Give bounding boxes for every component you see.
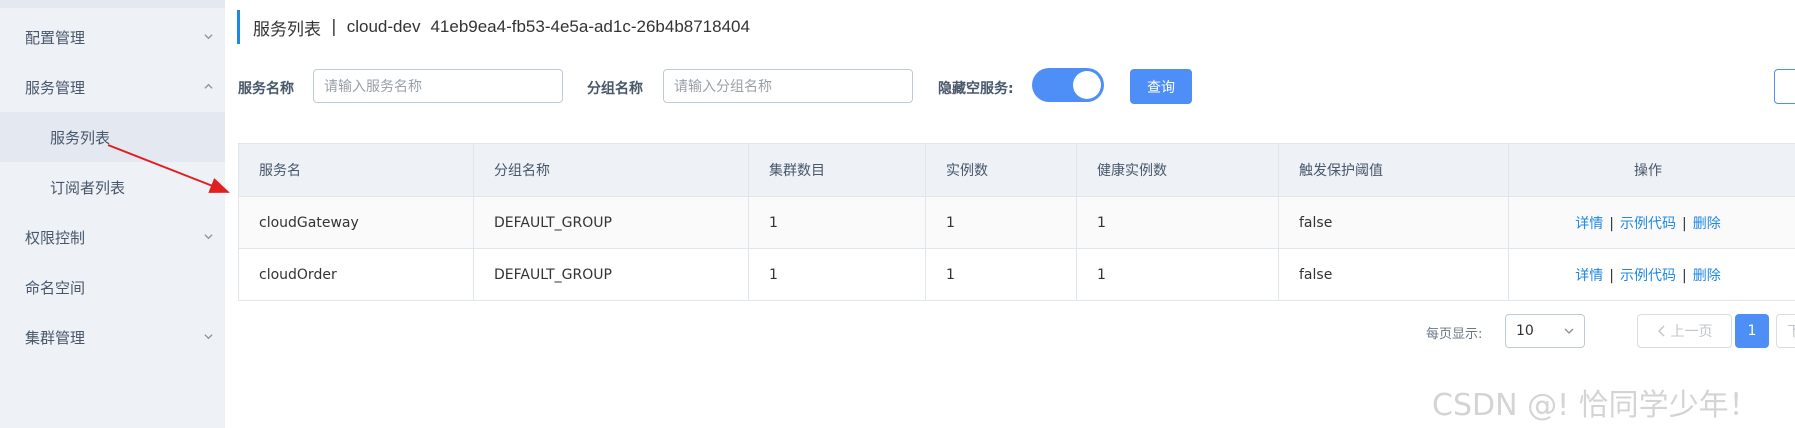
- prev-page-button[interactable]: 上一页: [1637, 314, 1732, 348]
- cell-service: cloudGateway: [238, 196, 474, 249]
- cell-clusters: 1: [748, 248, 926, 301]
- table-row: cloudGateway DEFAULT_GROUP 1 1 1 false 详…: [238, 196, 1795, 249]
- next-page-label: 下: [1787, 324, 1795, 340]
- group-name-input[interactable]: 请输入分组名称: [663, 69, 913, 103]
- sidebar-item-label: 服务列表: [50, 128, 111, 147]
- next-page-button[interactable]: 下: [1776, 314, 1795, 348]
- cell-healthy: 1: [1076, 248, 1279, 301]
- hide-empty-toggle[interactable]: [1032, 68, 1104, 102]
- page-size-select[interactable]: 10: [1505, 314, 1585, 348]
- chevron-down-icon: [204, 234, 213, 240]
- cell-ops: 详情 | 示例代码 | 删除: [1508, 248, 1795, 301]
- cell-service: cloudOrder: [238, 248, 474, 301]
- delete-link[interactable]: 删除: [1693, 268, 1721, 284]
- cell-healthy: 1: [1076, 196, 1279, 249]
- sidebar-item-access-control[interactable]: 权限控制: [0, 212, 225, 262]
- sidebar-item-label: 集群管理: [25, 328, 86, 347]
- query-button[interactable]: 查询: [1130, 69, 1192, 104]
- column-header: 实例数: [925, 143, 1077, 197]
- sidebar-item-label: 订阅者列表: [50, 178, 126, 197]
- service-table: 服务名 分组名称 集群数目 实例数 健康实例数 触发保护阈值 操作 cloudG…: [238, 143, 1795, 301]
- column-header: 健康实例数: [1076, 143, 1279, 197]
- service-name-input[interactable]: 请输入服务名称: [313, 69, 563, 103]
- sidebar: 配置管理 服务管理 服务列表 订阅者列表 权限控制 命名空间 集群管理: [0, 0, 225, 428]
- op-separator: |: [1682, 267, 1687, 284]
- namespace-name: cloud-dev: [346, 17, 421, 36]
- sidebar-item-label: 服务管理: [25, 78, 86, 97]
- title-separator: |: [331, 17, 337, 37]
- page-title-text: 服务列表: [253, 19, 321, 40]
- toggle-knob: [1073, 71, 1101, 99]
- watermark: CSDN @! 恰同学少年！: [1432, 388, 1759, 423]
- cell-group: DEFAULT_GROUP: [473, 248, 749, 301]
- table-row: cloudOrder DEFAULT_GROUP 1 1 1 false 详情 |…: [238, 248, 1795, 301]
- column-header: 集群数目: [748, 143, 926, 197]
- sidebar-item-namespace[interactable]: 命名空间: [0, 262, 225, 312]
- sidebar-top-strip: [0, 0, 225, 8]
- detail-link[interactable]: 详情: [1575, 268, 1603, 284]
- cell-instances: 1: [925, 248, 1077, 301]
- column-header: 服务名: [238, 143, 474, 197]
- service-name-placeholder: 请输入服务名称: [324, 79, 422, 95]
- cell-ops: 详情 | 示例代码 | 删除: [1508, 196, 1795, 249]
- sample-code-link[interactable]: 示例代码: [1620, 268, 1676, 284]
- chevron-up-icon: [204, 83, 213, 89]
- detail-link[interactable]: 详情: [1575, 216, 1603, 232]
- sidebar-item-label: 配置管理: [25, 28, 86, 47]
- page-size-value: 10: [1516, 323, 1534, 339]
- op-separator: |: [1609, 267, 1614, 284]
- sample-code-link[interactable]: 示例代码: [1620, 216, 1676, 232]
- table-header-row: 服务名 分组名称 集群数目 实例数 健康实例数 触发保护阈值 操作: [238, 143, 1795, 197]
- cell-threshold: false: [1278, 248, 1509, 301]
- cell-instances: 1: [925, 196, 1077, 249]
- cell-threshold: false: [1278, 196, 1509, 249]
- page-number-current[interactable]: 1: [1735, 314, 1769, 348]
- sidebar-item-subscribers[interactable]: 订阅者列表: [0, 162, 225, 212]
- group-name-placeholder: 请输入分组名称: [674, 79, 772, 95]
- prev-page-label: 上一页: [1670, 324, 1713, 340]
- sidebar-item-service-management[interactable]: 服务管理: [0, 62, 225, 112]
- delete-link[interactable]: 删除: [1693, 216, 1721, 232]
- group-name-label: 分组名称: [587, 81, 643, 97]
- sidebar-item-cluster[interactable]: 集群管理: [0, 312, 225, 362]
- op-separator: |: [1682, 215, 1687, 232]
- namespace-id: 41eb9ea4-fb53-4e5a-ad1c-26b4b8718404: [430, 17, 750, 36]
- column-header: 操作: [1508, 143, 1795, 197]
- sidebar-item-service-list[interactable]: 服务列表: [0, 112, 225, 162]
- chevron-down-icon: [204, 34, 213, 40]
- hide-empty-label: 隐藏空服务:: [938, 81, 1014, 97]
- service-name-label: 服务名称: [238, 81, 294, 97]
- sidebar-item-config[interactable]: 配置管理: [0, 12, 225, 62]
- chevron-left-icon: [1657, 325, 1664, 337]
- cell-group: DEFAULT_GROUP: [473, 196, 749, 249]
- chevron-down-icon: [1564, 328, 1574, 334]
- op-separator: |: [1609, 215, 1614, 232]
- cell-clusters: 1: [748, 196, 926, 249]
- page-size-label: 每页显示:: [1426, 327, 1483, 342]
- sidebar-item-label: 命名空间: [25, 278, 86, 297]
- chevron-down-icon: [204, 334, 213, 340]
- column-header: 分组名称: [473, 143, 749, 197]
- create-service-button[interactable]: [1774, 69, 1795, 104]
- page-title: 服务列表 | cloud-dev 41eb9ea4-fb53-4e5a-ad1c…: [237, 10, 750, 44]
- sidebar-item-label: 权限控制: [25, 228, 86, 247]
- column-header: 触发保护阈值: [1278, 143, 1509, 197]
